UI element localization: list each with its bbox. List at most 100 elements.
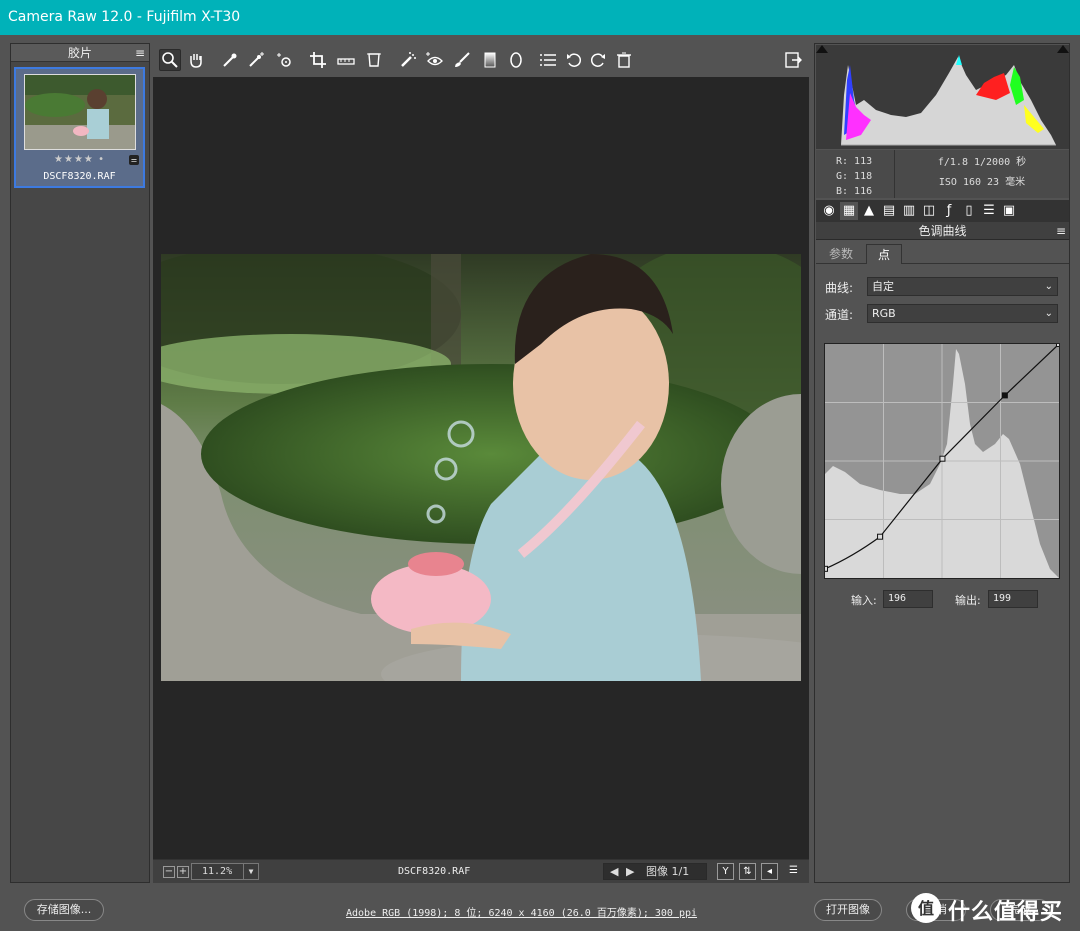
before-after-y-icon[interactable]: Y xyxy=(717,863,734,880)
filmstrip-title: 胶片 xyxy=(67,46,92,60)
spot-removal-tool-icon[interactable] xyxy=(397,49,419,71)
curve-preset-value: 自定 xyxy=(872,280,894,293)
white-balance-tool-icon[interactable] xyxy=(219,49,241,71)
highlight-clipping-icon xyxy=(1057,45,1069,53)
lens-corrections-panel-icon[interactable]: ◫ xyxy=(920,202,938,220)
straighten-tool-icon[interactable] xyxy=(335,49,357,71)
chevron-down-icon: ⌄ xyxy=(1044,281,1053,292)
output-label: 输出: xyxy=(955,594,981,607)
toggle-settings-icon[interactable]: ☰ xyxy=(785,863,802,880)
curve-point xyxy=(939,455,946,462)
info-readout: R: 113 G: 118 B: 116 f/1.8 1/2000 秒 ISO … xyxy=(816,150,1069,198)
tone-curve-title: 色调曲线 xyxy=(918,224,967,238)
chevron-down-icon[interactable]: ▼ xyxy=(243,864,258,879)
window-titlebar: Camera Raw 12.0 - Fujifilm X-T30 xyxy=(0,0,1080,35)
hamburger-icon[interactable]: ≡ xyxy=(135,44,145,62)
shadow-clipping-icon xyxy=(816,45,828,53)
prev-image-icon[interactable]: ◀ xyxy=(610,864,618,879)
graduated-filter-tool-icon[interactable] xyxy=(479,49,501,71)
next-image-icon[interactable]: ▶ xyxy=(626,864,634,879)
panel-section-title: 色调曲线 ≡ xyxy=(816,222,1069,240)
radial-filter-tool-icon[interactable] xyxy=(505,49,527,71)
curve-label: 曲线: xyxy=(825,281,854,295)
red-eye-tool-icon[interactable] xyxy=(423,49,445,71)
hsl-panel-icon[interactable]: ▤ xyxy=(880,202,898,220)
color-sampler-tool-icon[interactable] xyxy=(245,49,267,71)
curve-point xyxy=(1056,341,1062,347)
filmstrip-header: 胶片 ≡ xyxy=(11,44,149,62)
curve-point xyxy=(1001,392,1008,399)
output-value-field[interactable]: 199 xyxy=(988,590,1038,608)
red-readout: R: 113 xyxy=(836,156,873,167)
iso-focal-readout: ISO 160 23 毫米 xyxy=(938,177,1026,188)
swap-settings-icon[interactable]: ⇅ xyxy=(739,863,756,880)
watermark-logo: 值 什么值得买 xyxy=(910,891,1070,925)
trash-icon[interactable] xyxy=(613,49,635,71)
adjustment-panel: R: 113 G: 118 B: 116 f/1.8 1/2000 秒 ISO … xyxy=(814,43,1070,883)
bottom-bar: 存储图像... Adobe RGB (1998); 8 位; 6240 x 41… xyxy=(0,885,1080,931)
tab-point[interactable]: 点 xyxy=(866,244,902,264)
rotate-cw-icon[interactable] xyxy=(587,49,609,71)
tab-parametric[interactable]: 参数 xyxy=(818,244,864,264)
main-toolbar xyxy=(155,45,810,75)
split-toning-panel-icon[interactable]: ▥ xyxy=(900,202,918,220)
blue-readout: B: 116 xyxy=(836,186,873,197)
input-value-field[interactable]: 196 xyxy=(883,590,933,608)
hand-tool-icon[interactable] xyxy=(185,49,207,71)
zoom-tool-icon[interactable] xyxy=(159,49,181,71)
viewer-statusbar: − + 11.2% ▼ DSCF8320.RAF ◀ ▶ 图像 1/1 Y ⇅ … xyxy=(153,859,809,883)
thumbnail-filename: DSCF8320.RAF xyxy=(43,171,116,182)
input-label: 输入: xyxy=(851,594,877,607)
image-counter: 图像 1/1 xyxy=(646,865,690,878)
copy-settings-icon[interactable]: ◂ xyxy=(761,863,778,880)
fullscreen-icon[interactable] xyxy=(782,49,804,71)
preferences-list-icon[interactable] xyxy=(537,49,559,71)
green-readout: G: 118 xyxy=(836,171,873,182)
detail-panel-icon[interactable]: ▲ xyxy=(860,202,878,220)
channel-value: RGB xyxy=(872,307,896,320)
filmstrip-panel: 胶片 ≡ ★★★★ • ⚌ DSCF8320.RAF xyxy=(10,43,150,883)
current-filename: DSCF8320.RAF xyxy=(398,866,471,877)
presets-panel-icon[interactable]: ☰ xyxy=(980,202,998,220)
effects-panel-icon[interactable]: ƒ xyxy=(940,202,958,220)
zoom-level-select[interactable]: 11.2% ▼ xyxy=(191,863,259,880)
curve-subtabs: 参数 点 xyxy=(816,244,1069,264)
image-navigator: ◀ ▶ 图像 1/1 xyxy=(603,863,707,880)
watermark-text: 什么值得买 xyxy=(948,900,1064,925)
curve-point xyxy=(822,565,828,572)
tone-curve-panel-icon[interactable]: ▦ xyxy=(840,202,858,220)
thumbnail-image xyxy=(24,74,136,150)
histogram xyxy=(816,45,1069,149)
zoom-out-button[interactable]: − xyxy=(163,866,175,878)
adjustments-badge-icon: ⚌ xyxy=(129,155,139,165)
image-viewer[interactable] xyxy=(153,77,809,859)
tone-curve-editor[interactable] xyxy=(822,341,1062,579)
curve-preset-select[interactable]: 自定 ⌄ xyxy=(867,277,1058,296)
snapshots-panel-icon[interactable]: ▣ xyxy=(1000,202,1018,220)
rotate-ccw-icon[interactable] xyxy=(563,49,585,71)
channel-select[interactable]: RGB ⌄ xyxy=(867,304,1058,323)
camera-raw-app: 胶片 ≡ ★★★★ • ⚌ DSCF8320.RAF − + 11.2% ▼ D… xyxy=(0,35,1080,931)
aperture-shutter-readout: f/1.8 1/2000 秒 xyxy=(937,157,1027,168)
channel-label: 通道: xyxy=(825,308,854,322)
zoom-in-button[interactable]: + xyxy=(177,866,189,878)
curve-point xyxy=(877,533,884,540)
zoom-level-value: 11.2% xyxy=(202,866,233,877)
filmstrip-thumbnail[interactable]: ★★★★ • ⚌ DSCF8320.RAF xyxy=(14,67,145,188)
workflow-options-link[interactable]: Adobe RGB (1998); 8 位; 6240 x 4160 (26.0… xyxy=(346,904,697,919)
panel-tab-bar: ◉ ▦ ▲ ▤ ▥ ◫ ƒ ▯ ☰ ▣ xyxy=(816,200,1069,222)
open-image-button[interactable]: 打开图像 xyxy=(814,899,882,921)
basic-panel-icon[interactable]: ◉ xyxy=(820,202,838,220)
thumbnail-rating[interactable]: ★★★★ • xyxy=(16,154,143,165)
adjustment-brush-tool-icon[interactable] xyxy=(451,49,473,71)
chevron-down-icon: ⌄ xyxy=(1044,308,1053,319)
targeted-adjustment-tool-icon[interactable] xyxy=(273,49,295,71)
transform-tool-icon[interactable] xyxy=(363,49,385,71)
hamburger-icon[interactable]: ≡ xyxy=(1056,222,1066,240)
watermark-icon: 值 xyxy=(911,893,941,923)
crop-tool-icon[interactable] xyxy=(307,49,329,71)
save-image-button[interactable]: 存储图像... xyxy=(24,899,104,921)
svg-text:值: 值 xyxy=(918,899,934,918)
preview-photo xyxy=(161,254,801,681)
calibration-panel-icon[interactable]: ▯ xyxy=(960,202,978,220)
